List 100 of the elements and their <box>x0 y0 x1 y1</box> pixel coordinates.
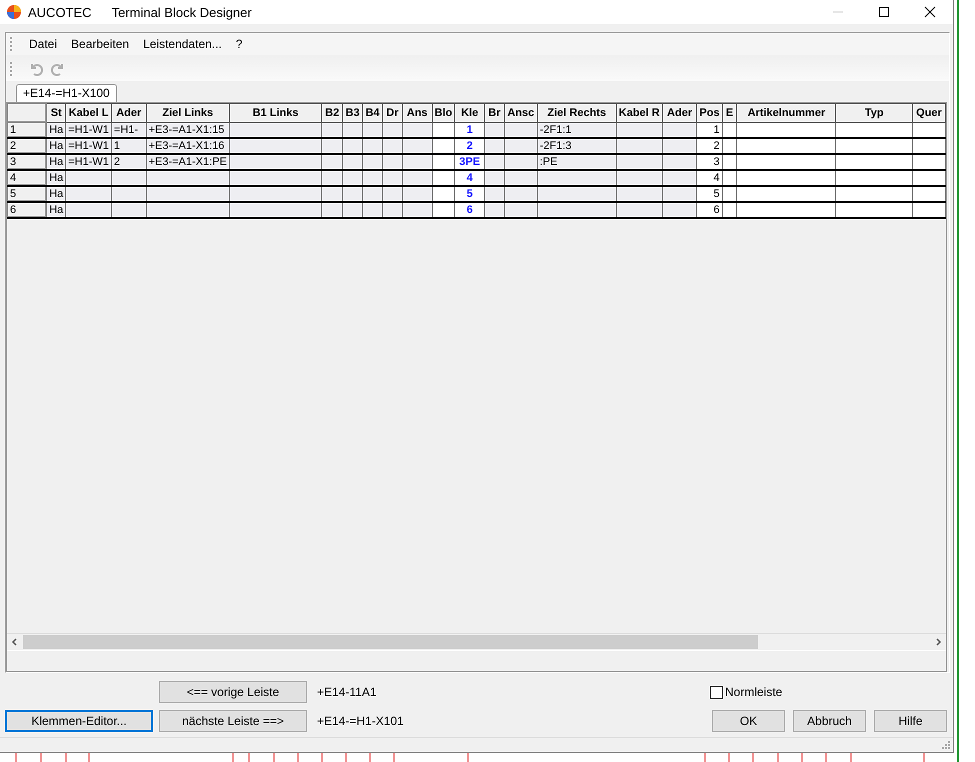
table-cell <box>432 170 455 186</box>
menu-item[interactable]: Datei <box>22 37 64 51</box>
table-cell <box>662 170 697 186</box>
table-cell <box>912 202 946 218</box>
table-cell <box>504 154 538 170</box>
table-cell <box>616 186 662 202</box>
table-cell: =H1- <box>111 122 146 138</box>
menu-item[interactable]: Leistendaten... <box>136 37 229 51</box>
column-header[interactable]: Ziel Rechts <box>537 104 616 122</box>
column-header[interactable]: Ader <box>662 104 697 122</box>
column-header[interactable]: B3 <box>342 104 363 122</box>
row-header[interactable]: 6 <box>8 202 47 218</box>
table-cell <box>912 154 946 170</box>
table-cell: 2 <box>696 138 722 154</box>
table-cell <box>912 138 946 154</box>
table-cell: =H1-W1 <box>66 122 112 138</box>
previous-strip-button[interactable]: <== vorige Leiste <box>159 681 307 703</box>
sheet-tab[interactable]: +E14-=H1-X100 <box>16 84 117 102</box>
row-header[interactable]: 2 <box>8 138 47 154</box>
table-cell <box>504 202 538 218</box>
table-cell: 4 <box>696 170 722 186</box>
column-header[interactable]: Ziel Links <box>146 104 230 122</box>
table-cell <box>504 138 538 154</box>
dialog-button[interactable]: Abbruch <box>793 710 866 732</box>
table-cell <box>662 122 697 138</box>
column-header[interactable]: Ansc <box>504 104 538 122</box>
table-cell <box>402 202 432 218</box>
table-cell <box>912 122 946 138</box>
table-cell: +E3-=A1-X1:PE <box>146 154 230 170</box>
table-cell <box>402 154 432 170</box>
column-header[interactable]: Quer <box>912 104 946 122</box>
table-cell <box>402 138 432 154</box>
menu-item[interactable]: ? <box>228 37 250 51</box>
table-cell <box>111 170 146 186</box>
table-cell <box>616 138 662 154</box>
next-strip-button[interactable]: nächste Leiste ==> <box>159 710 307 732</box>
column-header[interactable]: E <box>722 104 737 122</box>
editor-button[interactable]: Klemmen-Editor... <box>5 710 153 732</box>
column-header[interactable]: Dr <box>382 104 402 122</box>
table-cell: 3 <box>696 154 722 170</box>
table-cell <box>432 186 455 202</box>
table-cell <box>616 154 662 170</box>
column-header[interactable]: B4 <box>362 104 382 122</box>
column-header[interactable]: Ader <box>111 104 146 122</box>
column-header[interactable]: St <box>46 104 66 122</box>
row-header[interactable]: 3 <box>8 154 47 170</box>
column-header[interactable]: Pos <box>696 104 722 122</box>
column-header[interactable]: Artikelnummer <box>736 104 836 122</box>
app-name: AUCOTEC <box>28 4 92 20</box>
row-header[interactable]: 5 <box>8 186 47 202</box>
table-cell: -2F1:1 <box>537 122 616 138</box>
table-cell: 2 <box>111 154 146 170</box>
table-cell <box>66 186 112 202</box>
table-cell <box>616 170 662 186</box>
table-cell: 6 <box>454 202 484 218</box>
column-header[interactable]: B2 <box>322 104 343 122</box>
dialog-button[interactable]: OK <box>712 710 785 732</box>
row-header[interactable]: 1 <box>8 122 47 138</box>
table-cell: -2F1:3 <box>537 138 616 154</box>
table-cell <box>432 154 455 170</box>
table-cell <box>111 186 146 202</box>
column-header[interactable]: Br <box>484 104 504 122</box>
table-cell <box>111 202 146 218</box>
column-header[interactable]: Typ <box>836 104 912 122</box>
table-cell <box>402 170 432 186</box>
table-cell <box>616 122 662 138</box>
table-cell: 1 <box>454 122 484 138</box>
table-cell <box>662 154 697 170</box>
table-cell: 5 <box>454 186 484 202</box>
next-strip-label: +E14-=H1-X101 <box>316 714 404 728</box>
table-cell <box>432 138 455 154</box>
table-cell: =H1-W1 <box>66 138 112 154</box>
table-cell: +E3-=A1-X1:15 <box>146 122 230 138</box>
scrollbar-thumb[interactable] <box>23 635 758 649</box>
table-cell: 3PE <box>454 154 484 170</box>
column-header[interactable]: Kle <box>454 104 484 122</box>
checkbox[interactable] <box>710 686 723 698</box>
column-header[interactable]: Blo <box>432 104 455 122</box>
table-cell <box>504 186 538 202</box>
table-cell: 6 <box>696 202 722 218</box>
table-cell <box>402 186 432 202</box>
table-cell <box>912 186 946 202</box>
column-header[interactable]: Ans <box>402 104 432 122</box>
dialog-button[interactable]: Hilfe <box>874 710 947 732</box>
column-header[interactable]: Kabel L <box>66 104 112 122</box>
table-cell: 1 <box>111 138 146 154</box>
row-header[interactable]: 4 <box>8 170 47 186</box>
table-cell <box>662 138 697 154</box>
table-cell <box>504 122 538 138</box>
menu-item[interactable]: Bearbeiten <box>64 37 136 51</box>
table-cell <box>432 202 455 218</box>
column-header[interactable]: Kabel R <box>616 104 662 122</box>
column-header[interactable]: B1 Links <box>229 104 322 122</box>
resize-grip-icon[interactable] <box>939 738 951 750</box>
table-cell <box>662 202 697 218</box>
table-cell: =H1-W1 <box>66 154 112 170</box>
table-cell: 4 <box>454 170 484 186</box>
table-cell <box>66 170 112 186</box>
table-cell <box>66 202 112 218</box>
table-cell: +E3-=A1-X1:16 <box>146 138 230 154</box>
